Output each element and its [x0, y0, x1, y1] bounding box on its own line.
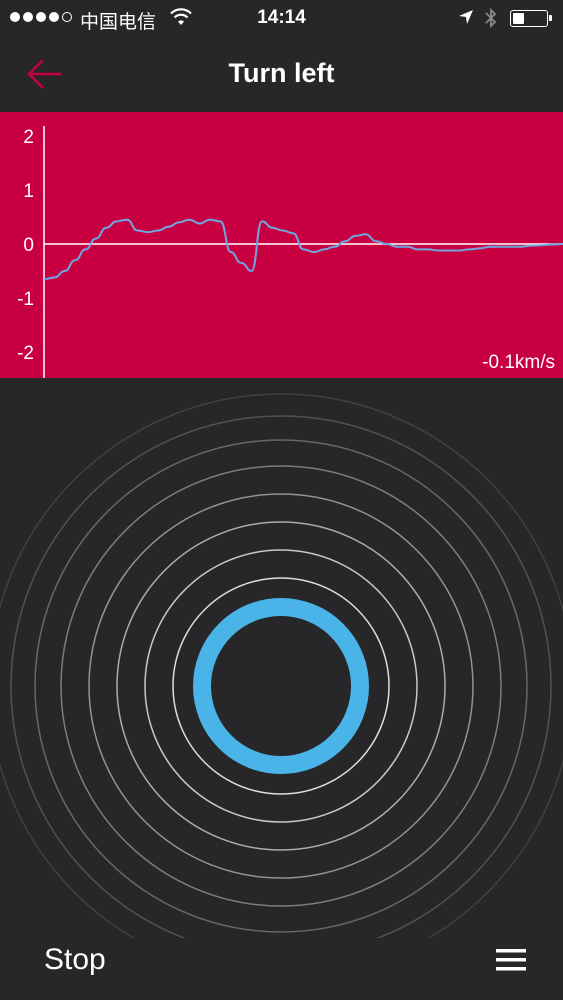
location-arrow-icon: [458, 9, 474, 30]
indicator-core-ring: [193, 598, 369, 774]
battery-level: [513, 13, 524, 24]
bluetooth-icon: [484, 7, 498, 34]
turn-indicator: [0, 378, 563, 979]
battery-icon: [510, 10, 552, 27]
navigation-bar: Turn left: [0, 36, 563, 112]
hamburger-menu-icon: [496, 949, 526, 971]
menu-button[interactable]: [494, 945, 534, 979]
y-tick-label: -2: [17, 343, 34, 364]
status-time: 14:14: [257, 7, 306, 28]
velocity-chart-plot: 2 1 0 -1 -2: [17, 126, 563, 378]
turn-indicator-rings: [0, 393, 563, 979]
y-tick-label: -1: [17, 289, 34, 310]
page-title: Turn left: [228, 58, 335, 88]
stop-button[interactable]: Stop: [44, 943, 106, 977]
velocity-series-line: [43, 218, 563, 281]
velocity-chart: 2 1 0 -1 -2 -0.1km/s: [0, 112, 563, 378]
y-tick-label: 1: [23, 181, 34, 202]
speed-readout: -0.1km/s: [482, 352, 555, 373]
y-tick-label: 0: [23, 235, 34, 256]
status-bar: 中国电信 14:14: [0, 0, 563, 36]
y-tick-label: 2: [23, 127, 34, 148]
